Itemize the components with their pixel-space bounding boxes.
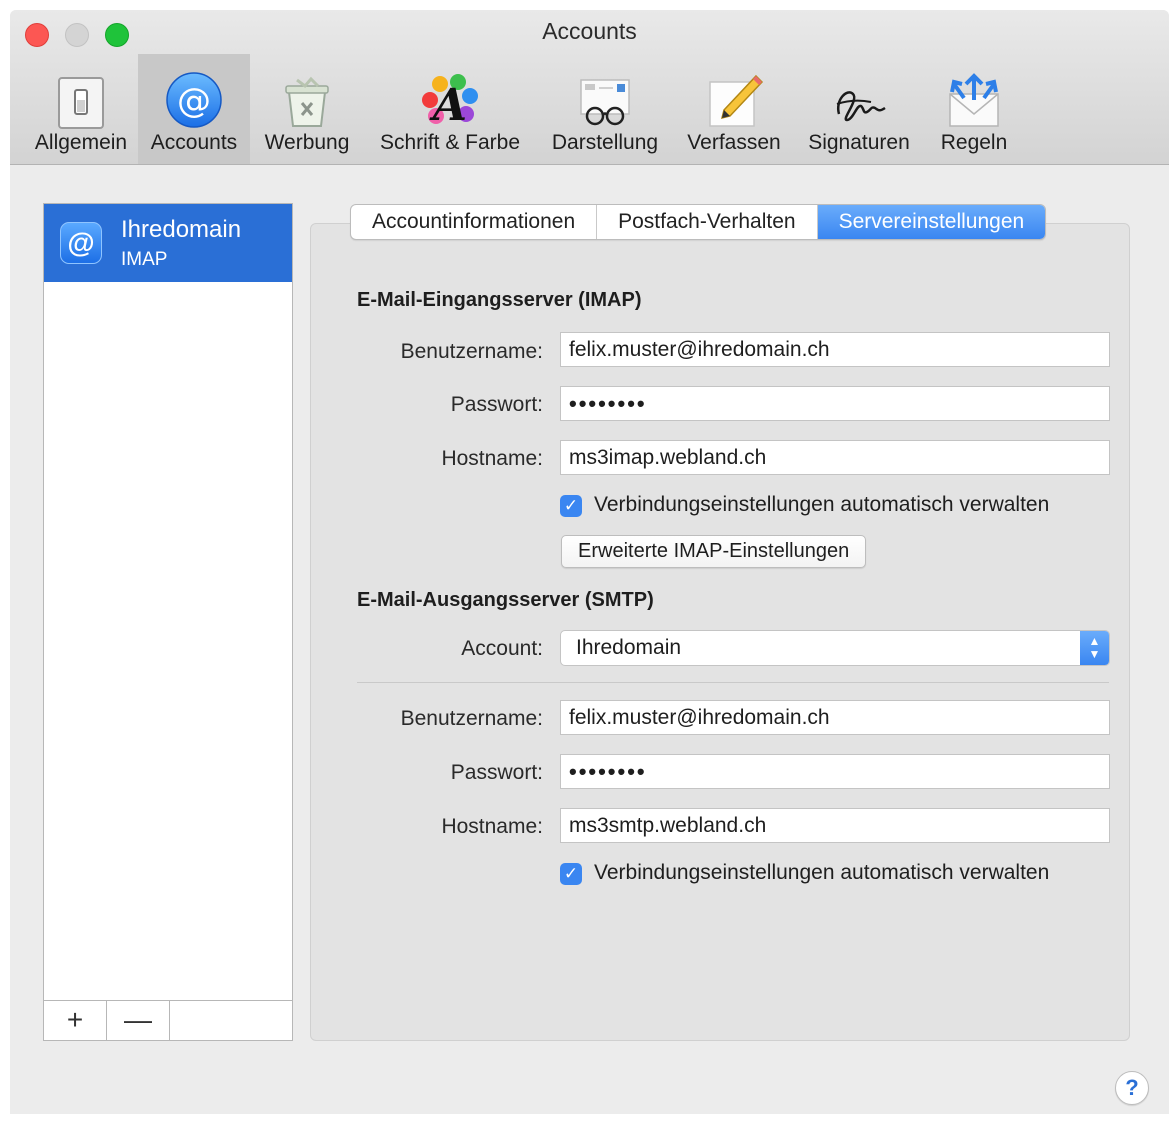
remove-account-button[interactable]: — — [107, 1001, 170, 1040]
account-name: Ihredomain — [121, 216, 242, 243]
incoming-password-label: Passwort: — [450, 393, 543, 416]
outgoing-password-input[interactable]: •••••••• — [560, 754, 1110, 789]
account-list: @ Ihredomain IMAP + — — [43, 203, 293, 1041]
outgoing-account-label: Account: — [461, 637, 543, 660]
up-down-arrows-icon: ▲ ▼ — [1080, 631, 1109, 665]
toolbar-item-regeln[interactable]: Regeln — [926, 54, 1022, 164]
outgoing-hostname-label: Hostname: — [441, 815, 543, 838]
toolbar-label: Accounts — [150, 131, 238, 154]
tab-bar: Accountinformationen Postfach-Verhalten … — [350, 204, 1047, 240]
account-type: IMAP — [121, 249, 168, 270]
advanced-imap-settings-button[interactable]: Erweiterte IMAP-Einstellungen — [561, 535, 867, 568]
toolbar-label: Verfassen — [687, 131, 781, 154]
envelope-arrows-icon — [949, 73, 999, 127]
at-icon: @ — [60, 222, 102, 264]
outgoing-auto-manage-label: Verbindungseinstellungen automatisch ver… — [594, 861, 1050, 884]
toolbar-label: Allgemein — [34, 131, 128, 154]
preferences-window: Accounts Allgemein @ Accounts Werbung A … — [10, 10, 1169, 1114]
svg-text:@: @ — [177, 81, 211, 121]
toolbar-label: Darstellung — [551, 131, 659, 154]
incoming-hostname-input[interactable] — [560, 440, 1110, 475]
toolbar-item-accounts[interactable]: @ Accounts — [138, 54, 250, 164]
at-icon: @ — [166, 72, 222, 128]
incoming-section-title: E-Mail-Eingangsserver (IMAP) — [357, 289, 642, 311]
account-row-ihredomain[interactable]: @ Ihredomain IMAP — [44, 204, 292, 282]
toolbar-item-signaturen[interactable]: Signaturen — [798, 54, 920, 164]
toolbar: Accounts Allgemein @ Accounts Werbung A … — [10, 10, 1169, 165]
incoming-username-label: Benutzername: — [400, 340, 543, 363]
tab-servereinstellungen[interactable]: Servereinstellungen — [817, 205, 1046, 239]
toolbar-item-allgemein[interactable]: Allgemein — [22, 54, 140, 164]
incoming-auto-manage-label: Verbindungseinstellungen automatisch ver… — [594, 493, 1050, 516]
glasses-icon — [580, 79, 630, 126]
add-account-button[interactable]: + — [44, 1001, 107, 1040]
outgoing-section-title: E-Mail-Ausgangsserver (SMTP) — [357, 589, 654, 611]
pencil-icon — [709, 74, 764, 127]
outgoing-hostname-input[interactable] — [560, 808, 1110, 843]
tab-accountinformationen[interactable]: Accountinformationen — [351, 205, 598, 239]
incoming-username-input[interactable] — [560, 332, 1110, 367]
toolbar-label: Werbung — [264, 131, 350, 154]
outgoing-password-label: Passwort: — [450, 761, 543, 784]
outgoing-username-input[interactable] — [560, 700, 1110, 735]
window-title: Accounts — [542, 18, 637, 44]
incoming-hostname-label: Hostname: — [441, 447, 543, 470]
toolbar-item-werbung[interactable]: Werbung — [258, 54, 356, 164]
toolbar-item-schrift-farbe[interactable]: A Schrift & Farbe — [365, 54, 535, 164]
help-button[interactable]: ? — [1115, 1071, 1149, 1105]
font-color-icon: A — [422, 74, 478, 131]
tab-postfach-verhalten[interactable]: Postfach-Verhalten — [597, 205, 818, 239]
toolbar-label: Signaturen — [808, 131, 910, 154]
account-list-footer: + — — [44, 1000, 292, 1040]
toolbar-label: Schrift & Farbe — [379, 131, 521, 154]
checkmark-icon: ✓ — [560, 863, 582, 885]
outgoing-account-value: Ihredomain — [576, 636, 682, 659]
junk-trash-icon — [285, 76, 329, 127]
switch-icon — [58, 77, 104, 129]
signature-icon — [836, 91, 886, 122]
toolbar-label: Regeln — [940, 131, 1008, 154]
checkmark-icon: ✓ — [560, 495, 582, 517]
section-divider — [357, 682, 1109, 683]
toolbar-item-verfassen[interactable]: Verfassen — [676, 54, 792, 164]
outgoing-account-select[interactable]: Ihredomain ▲ ▼ — [560, 630, 1110, 666]
svg-text:A: A — [429, 80, 467, 131]
toolbar-item-darstellung[interactable]: Darstellung — [542, 54, 668, 164]
incoming-password-input[interactable]: •••••••• — [560, 386, 1110, 421]
outgoing-username-label: Benutzername: — [400, 707, 543, 730]
